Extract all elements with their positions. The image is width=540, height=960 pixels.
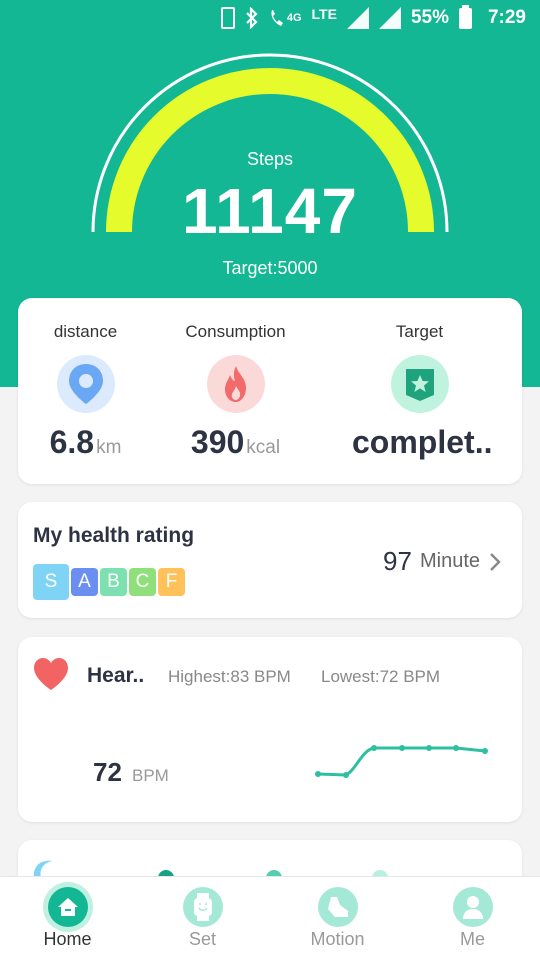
distance-unit: km: [96, 437, 122, 458]
consumption-title: Consumption: [185, 322, 286, 341]
consumption-value: 390: [190, 424, 245, 460]
distance-title: distance: [53, 322, 118, 341]
health-rating-value: 97: [383, 546, 412, 576]
health-rating-title: My health rating: [33, 524, 195, 547]
heart-rate-sparkline: [315, 745, 488, 778]
distance-metric: distance 6.8 km: [18, 298, 153, 484]
signal-icon-2: [378, 7, 401, 29]
home-icon: [47, 887, 88, 927]
nav-me[interactable]: Me: [405, 877, 540, 960]
consumption-metric: Consumption 390 kcal: [168, 298, 303, 484]
bluetooth-icon: [245, 7, 259, 29]
heart-rate-value: 72: [93, 757, 122, 787]
nav-set[interactable]: Set: [135, 877, 270, 960]
heart-icon: [34, 658, 68, 690]
health-rating-card[interactable]: My health rating S A B C F 97 Minute: [18, 502, 522, 618]
nav-set-label: Set: [188, 929, 217, 949]
bottom-nav: Home Set Motion Me: [0, 876, 540, 960]
watch-icon: [182, 887, 223, 927]
heart-rate-highest: Highest:83 BPM: [168, 667, 291, 686]
grade-a: A: [71, 568, 98, 596]
star-badge-icon: [390, 355, 449, 413]
person-icon: [452, 887, 493, 927]
battery-percent: 55%: [410, 7, 449, 28]
health-rating-summary: 97 Minute: [383, 546, 502, 577]
heart-rate-lowest: Lowest:72 BPM: [321, 667, 441, 686]
battery-icon: [458, 4, 472, 29]
phone-outline-icon: [220, 7, 235, 29]
nav-motion[interactable]: Motion: [270, 877, 405, 960]
summary-card[interactable]: distance 6.8 km Consumption 390 kcal Targe…: [18, 298, 522, 484]
nav-home[interactable]: Home: [0, 877, 135, 960]
steps-target: Target:5000: [222, 258, 318, 278]
call-4g-icon: 4G: [269, 8, 302, 28]
target-metric: Target complet..: [352, 298, 492, 484]
grade-f: F: [158, 568, 185, 596]
network-type: LTE: [311, 6, 337, 22]
signal-icon-1: [346, 7, 369, 29]
grade-c: C: [129, 568, 156, 596]
nav-home-label: Home: [43, 929, 92, 949]
flame-icon: [206, 355, 265, 413]
grade-scale: S A B C F: [33, 564, 185, 600]
status-bar: 4G LTE 55% 7:29: [0, 0, 540, 36]
grade-b: B: [100, 568, 127, 596]
health-rating-unit: Minute: [419, 550, 480, 572]
target-value: complet..: [352, 424, 493, 460]
steps-value: 11147: [182, 175, 358, 247]
target-title: Target: [395, 322, 444, 341]
heart-rate-title: Hear..: [87, 664, 145, 687]
location-pin-icon: [56, 355, 115, 413]
clock: 7:29: [487, 7, 526, 28]
grade-s: S: [33, 564, 69, 600]
heart-rate-card[interactable]: Hear.. Highest:83 BPM Lowest:72 BPM 72 B…: [18, 637, 522, 822]
steps-label: Steps: [246, 149, 294, 169]
signal-tag: 4G: [286, 12, 302, 24]
heart-rate-unit: BPM: [132, 766, 169, 785]
consumption-unit: kcal: [246, 437, 281, 458]
shoe-icon: [317, 887, 358, 927]
chevron-right-icon[interactable]: [488, 551, 502, 573]
nav-motion-label: Motion: [310, 929, 365, 949]
nav-me-label: Me: [459, 929, 485, 949]
distance-value: 6.8: [49, 424, 95, 460]
